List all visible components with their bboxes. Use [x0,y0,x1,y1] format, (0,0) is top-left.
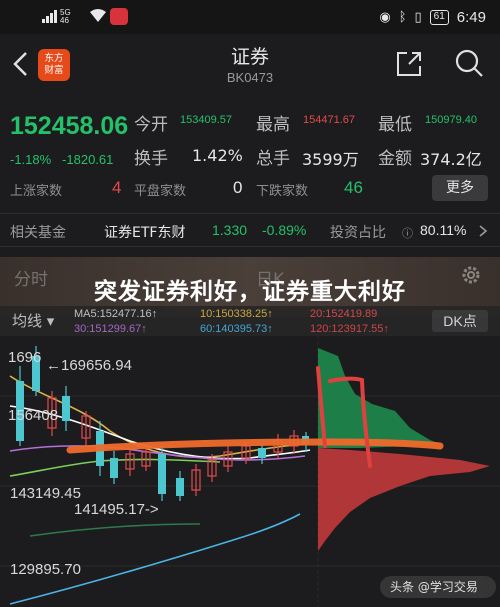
ma60-value: 60:140395.73↑ [200,323,273,335]
gear-icon[interactable] [460,264,482,286]
ma120-text: 120:123917.55 [310,323,384,335]
fund-label: 相关基金 [10,225,66,241]
down-count-label: 下跌家数 [256,184,309,199]
fund-weight-label: 投资占比 [330,225,386,241]
quote-panel: 152458.06 -1.18% -1820.61 今开 153409.57 最… [0,100,500,210]
amount-label: 金额 [378,149,412,169]
page-title: 证券 [230,46,269,68]
kline-chart[interactable]: 1696 156408 143149.45 129895.70 ←169656.… [0,336,500,607]
ma-button-label: 均线 [12,312,43,330]
amount-value: 374.2亿 [420,150,482,169]
chevron-right-icon [479,225,488,237]
eye-icon: ◉ [379,9,391,25]
fund-change: -0.89% [262,222,307,238]
change-values: -1.18% -1820.61 [10,152,113,167]
down-count-value: 46 [344,178,363,197]
fund-name[interactable]: 证券ETF东财 [104,222,185,242]
change-percent: -1.18% [10,152,52,167]
high-annotation: ←169656.94 [46,357,132,374]
share-icon[interactable] [395,50,423,78]
ma60-text: 60:140395.73 [200,323,268,335]
high-label: 最高 [256,115,290,135]
ma10-value: 10:150338.25↑ [200,308,273,320]
ma5-text: MA5:152477.16 [74,308,152,320]
up-count-value: 4 [112,178,122,197]
high-value: 154471.67 [303,114,355,126]
volume-value: 3599万 [302,150,359,169]
ma10-text: 10:150338.25 [200,308,268,320]
open-value: 153409.57 [180,114,232,126]
clock: 6:49 [456,8,486,26]
ma30-text: 30:151299.67 [74,323,142,335]
axis-label-mid: 156408 [8,407,58,424]
flat-count-label: 平盘家数 [134,184,187,199]
fund-price: 1.330 [212,222,248,238]
open-label: 今开 [134,115,168,135]
low-annotation: 141495.17-> [74,501,159,518]
low-label: 最低 [378,115,412,135]
sector-code: BK0473 [226,70,274,85]
ma20-value: 20:152419.89 [310,308,378,320]
status-bar: 5G 46 ◉ ᛒ ▯ 61 6:49 [0,0,500,34]
ma-button[interactable]: 均线 ▾ [12,310,54,331]
network-46: 46 [60,16,69,25]
axis-label-2: 129895.70 [10,561,81,578]
battery-icon: 61 [429,9,449,25]
search-icon[interactable] [454,48,484,78]
header: 东方 财富 证券 BK0473 [0,34,500,96]
low-value: 150979.40 [425,114,477,126]
flat-count-value: 0 [233,178,243,197]
axis-label-top: 1696 [8,349,41,366]
headline-text: 突发证券利好，证券重大利好 [94,279,406,305]
chart-toolbar: 均线 ▾ MA5:152477.16↑ 10:150338.25↑ 20:152… [0,306,500,336]
ma5-value: MA5:152477.16↑ [74,308,158,320]
related-fund-bar[interactable]: 相关基金 证券ETF东财 1.330 -0.89% 投资占比 ⓘ 80.11% [0,213,500,247]
ma30-value: 30:151299.67↑ [74,323,147,335]
signal-icon [42,10,57,23]
bluetooth-icon: ᛒ [398,9,407,25]
turnover-label: 换手 [134,149,168,169]
dk-button[interactable]: DK点 [432,310,488,332]
more-button[interactable]: 更多 [432,175,488,201]
wifi-icon [90,9,106,22]
vibrate-icon: ▯ [414,9,422,25]
axis-label-1: 143149.45 [10,485,81,502]
turnover-value: 1.42% [192,146,243,165]
change-amount: -1820.61 [62,152,114,167]
info-icon: ⓘ [402,227,413,240]
network-type: 5G 46 [60,9,71,25]
ma120-value: 120:123917.55↑ [310,323,389,335]
watermark: 头条 @学习交易 [380,576,496,598]
up-count-label: 上涨家数 [10,184,63,199]
volume-label: 总手 [256,149,290,169]
current-price: 152458.06 [10,112,129,140]
app-notification-icon [110,8,128,25]
fund-weight-value: 80.11% [420,222,467,238]
